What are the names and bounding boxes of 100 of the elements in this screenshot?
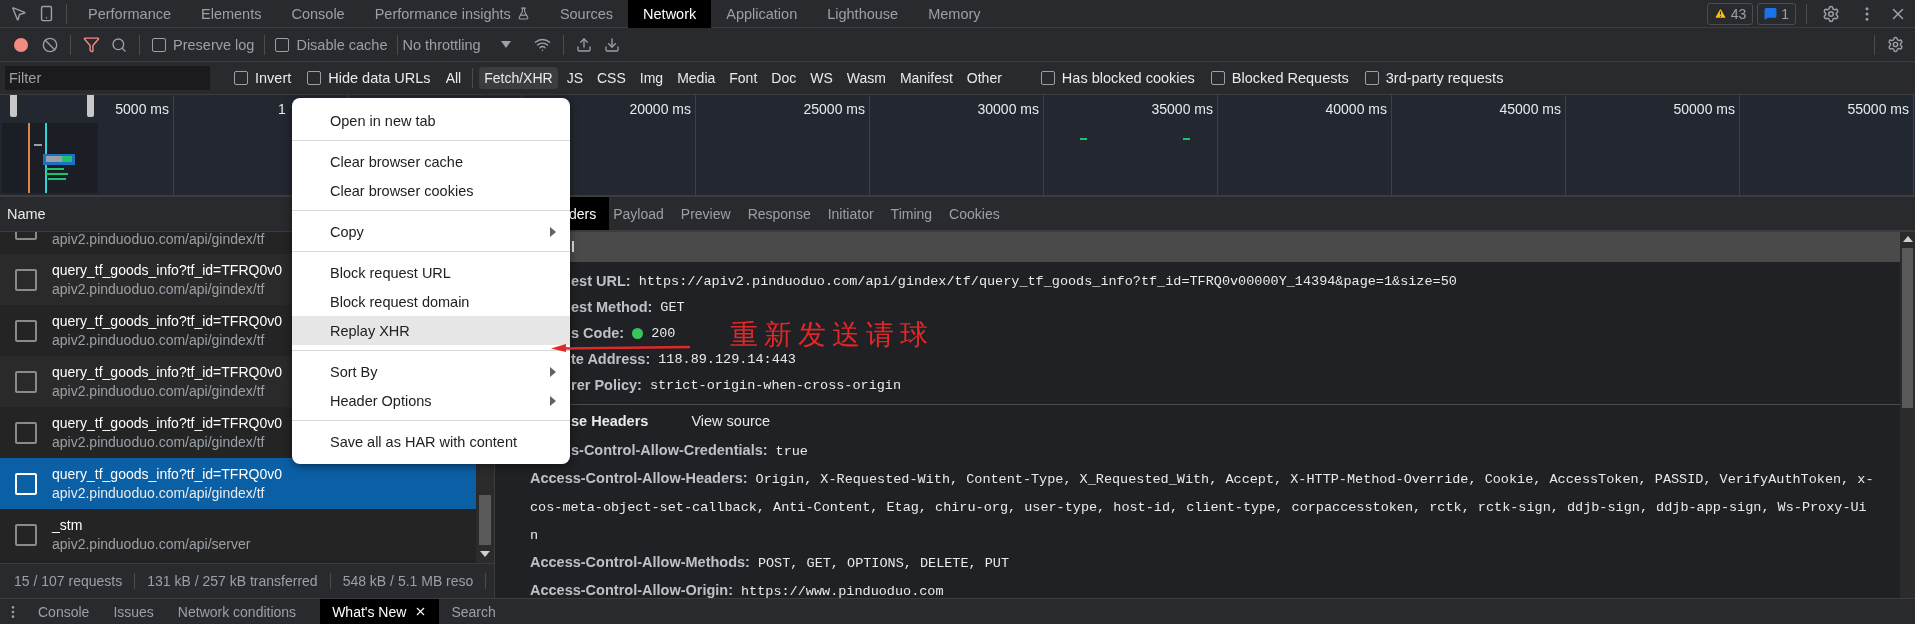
field-label: est Method: (571, 299, 653, 315)
request-name: query_tf_goods_info?tf_id=TFRQ0v0 (52, 262, 282, 278)
file-icon (15, 472, 37, 495)
request-name: query_tf_goods_info?tf_id=TFRQ0v0 (52, 466, 282, 482)
request-url: apiv2.pinduoduo.com/api/gindex/tf (52, 434, 266, 450)
panel-tab[interactable]: Sources (544, 0, 629, 28)
section-title[interactable]: se Headers (571, 413, 649, 429)
drawer-tab[interactable]: Search (439, 599, 508, 624)
checkbox-label: Hide data URLs (328, 70, 431, 86)
field-label: s Code: (571, 325, 625, 341)
type-filter[interactable]: Img (634, 67, 669, 89)
request-url: apiv2.pinduoduo.com/api/server (52, 536, 251, 552)
panel-tab[interactable]: Application (711, 0, 813, 28)
time-label: 35000 ms (1151, 101, 1213, 117)
field-value: 118.89.129.14:443 (658, 351, 796, 367)
status-text: 131 kB / 257 kB transferred (147, 573, 331, 589)
detail-tab[interactable]: Cookies (945, 197, 1013, 230)
request-row[interactable]: _stm apiv2.pinduoduo.com/api/server (0, 509, 476, 560)
request-url: apiv2.pinduoduo.com/api/gindex/tf (52, 232, 265, 247)
request-url: apiv2.pinduoduo.com/api/gindex/tf (52, 383, 266, 399)
checkbox[interactable] (1040, 71, 1055, 85)
type-filter[interactable]: Other (961, 67, 1007, 89)
time-label: 40000 ms (1325, 101, 1387, 117)
type-filter[interactable]: Wasm (841, 67, 891, 89)
type-filter[interactable]: All (440, 67, 467, 89)
checkbox-label: 3rd-party requests (1385, 70, 1504, 86)
scroll-down-icon[interactable] (480, 551, 490, 557)
submenu-arrow-icon (550, 366, 556, 377)
checkbox[interactable] (275, 37, 290, 52)
status-text: 548 kB / 5.1 MB reso (342, 573, 487, 589)
drawer-tab[interactable]: Network conditions (165, 599, 309, 624)
file-icon (15, 268, 37, 291)
annotation-text: 重新发送请球 (730, 317, 934, 353)
drawer-tab[interactable]: Issues (101, 599, 166, 624)
response-header: Access-Control-Allow-Headers: Origin, X-Requested-With, Content-Type, X_Requested_With, Accept, X-HTTP-Method-Override, Cookie, AccessToken, PASSID, VerifyAuthToken, x- cos-meta-object-set-callback, Anti-Content, Etag, chiru-org, user-type, host-id, client-type, corpaccesstoken, rctk, rctk-sign, ddjb-sign, ddjb-app-sign, Ws-Proxy-Ui n (530, 469, 1874, 545)
request-name: query_tf_goods_info?tf_id=TFRQ0v0 (52, 313, 282, 329)
response-header: Access-Control-Allow-Origin: https://www.pinduoduo.com (530, 581, 944, 598)
file-icon (15, 421, 37, 444)
submenu-arrow-icon (550, 395, 556, 406)
scrollbar-thumb[interactable] (1902, 248, 1913, 408)
type-filter[interactable]: Media (672, 67, 721, 89)
panel-tab[interactable]: Performance (73, 0, 186, 28)
detail-tab[interactable]: Preview (676, 197, 744, 230)
checkbox[interactable] (1210, 71, 1225, 85)
panel-tab[interactable]: Network (628, 0, 712, 28)
time-label: 1 (278, 101, 286, 117)
filter-field[interactable]: Filter (5, 66, 210, 90)
panel-tab[interactable]: Lighthouse (812, 0, 914, 28)
request-url: apiv2.pinduoduo.com/api/gindex/tf (52, 281, 266, 297)
field-label: est URL: (571, 273, 631, 289)
type-filter[interactable]: Manifest (894, 67, 958, 89)
checkbox[interactable] (234, 71, 248, 85)
drawer-tab[interactable]: What's New (320, 599, 440, 624)
throttling-select[interactable]: No throttling (402, 36, 481, 53)
type-filter[interactable]: WS (805, 67, 838, 89)
detail-tab[interactable]: Response (743, 197, 824, 230)
type-filter[interactable]: JS (561, 67, 588, 89)
message-counter[interactable]: 1 (1757, 2, 1796, 25)
checkbox-label: Blocked Requests (1231, 70, 1349, 86)
checkbox-label: Disable cache (296, 36, 388, 53)
menu-item[interactable]: Replay XHR (292, 316, 570, 345)
section-title: l (571, 239, 575, 255)
range-handle[interactable] (10, 95, 17, 117)
request-url: apiv2.pinduoduo.com/api/gindex/tf (52, 485, 266, 501)
type-filter[interactable]: CSS (592, 67, 631, 89)
time-label: 30000 ms (977, 101, 1039, 117)
panel-tab[interactable]: Console (276, 0, 360, 28)
submenu-arrow-icon (550, 226, 556, 237)
checkbox[interactable] (307, 71, 322, 85)
detail-tab[interactable]: Initiator (823, 197, 887, 230)
panel-tab[interactable]: Elements (186, 0, 277, 28)
checkbox[interactable] (1364, 71, 1379, 85)
field-label: rer Policy: (571, 377, 642, 393)
checkbox[interactable] (152, 37, 166, 52)
scroll-up-icon[interactable] (1902, 236, 1913, 242)
checkbox-label: Invert (255, 70, 292, 86)
range-handle[interactable] (87, 95, 94, 117)
view-source-link[interactable]: View source (691, 413, 771, 429)
type-filter[interactable]: Font (724, 67, 763, 89)
request-row[interactable]: query_tf_goods_info?tf_id=TFRQ0v0 apiv2.pinduoduo.com/api/gindex/tf (0, 458, 476, 509)
detail-tab[interactable]: Timing (886, 197, 946, 230)
menu-item[interactable]: Open in new tab (292, 106, 570, 135)
drawer-tab[interactable]: Console (26, 599, 102, 624)
caret-icon[interactable] (500, 41, 511, 48)
panel-tab[interactable]: Performance insights (359, 0, 545, 28)
detail-tab[interactable]: Payload (609, 197, 677, 230)
menu-item[interactable]: Clear browser cache (292, 147, 570, 176)
type-filter[interactable]: Fetch/XHR (479, 67, 558, 89)
record-button[interactable] (14, 37, 28, 52)
panel-tab[interactable]: Memory (913, 0, 996, 28)
column-header[interactable]: Name (7, 206, 46, 222)
file-icon (15, 370, 37, 393)
time-label: 5000 ms (115, 101, 169, 117)
type-filter[interactable]: Doc (766, 67, 802, 89)
request-name: _stm (52, 517, 84, 533)
file-icon (15, 319, 37, 342)
scrollbar-thumb[interactable] (479, 495, 491, 545)
warning-counter[interactable]: 43 (1706, 2, 1754, 25)
request-name: query_tf_goods_info?tf_id=TFRQ0v0 (52, 364, 282, 380)
request-name: query_tf_goods_info?tf_id=TFRQ0v0 (52, 415, 282, 431)
